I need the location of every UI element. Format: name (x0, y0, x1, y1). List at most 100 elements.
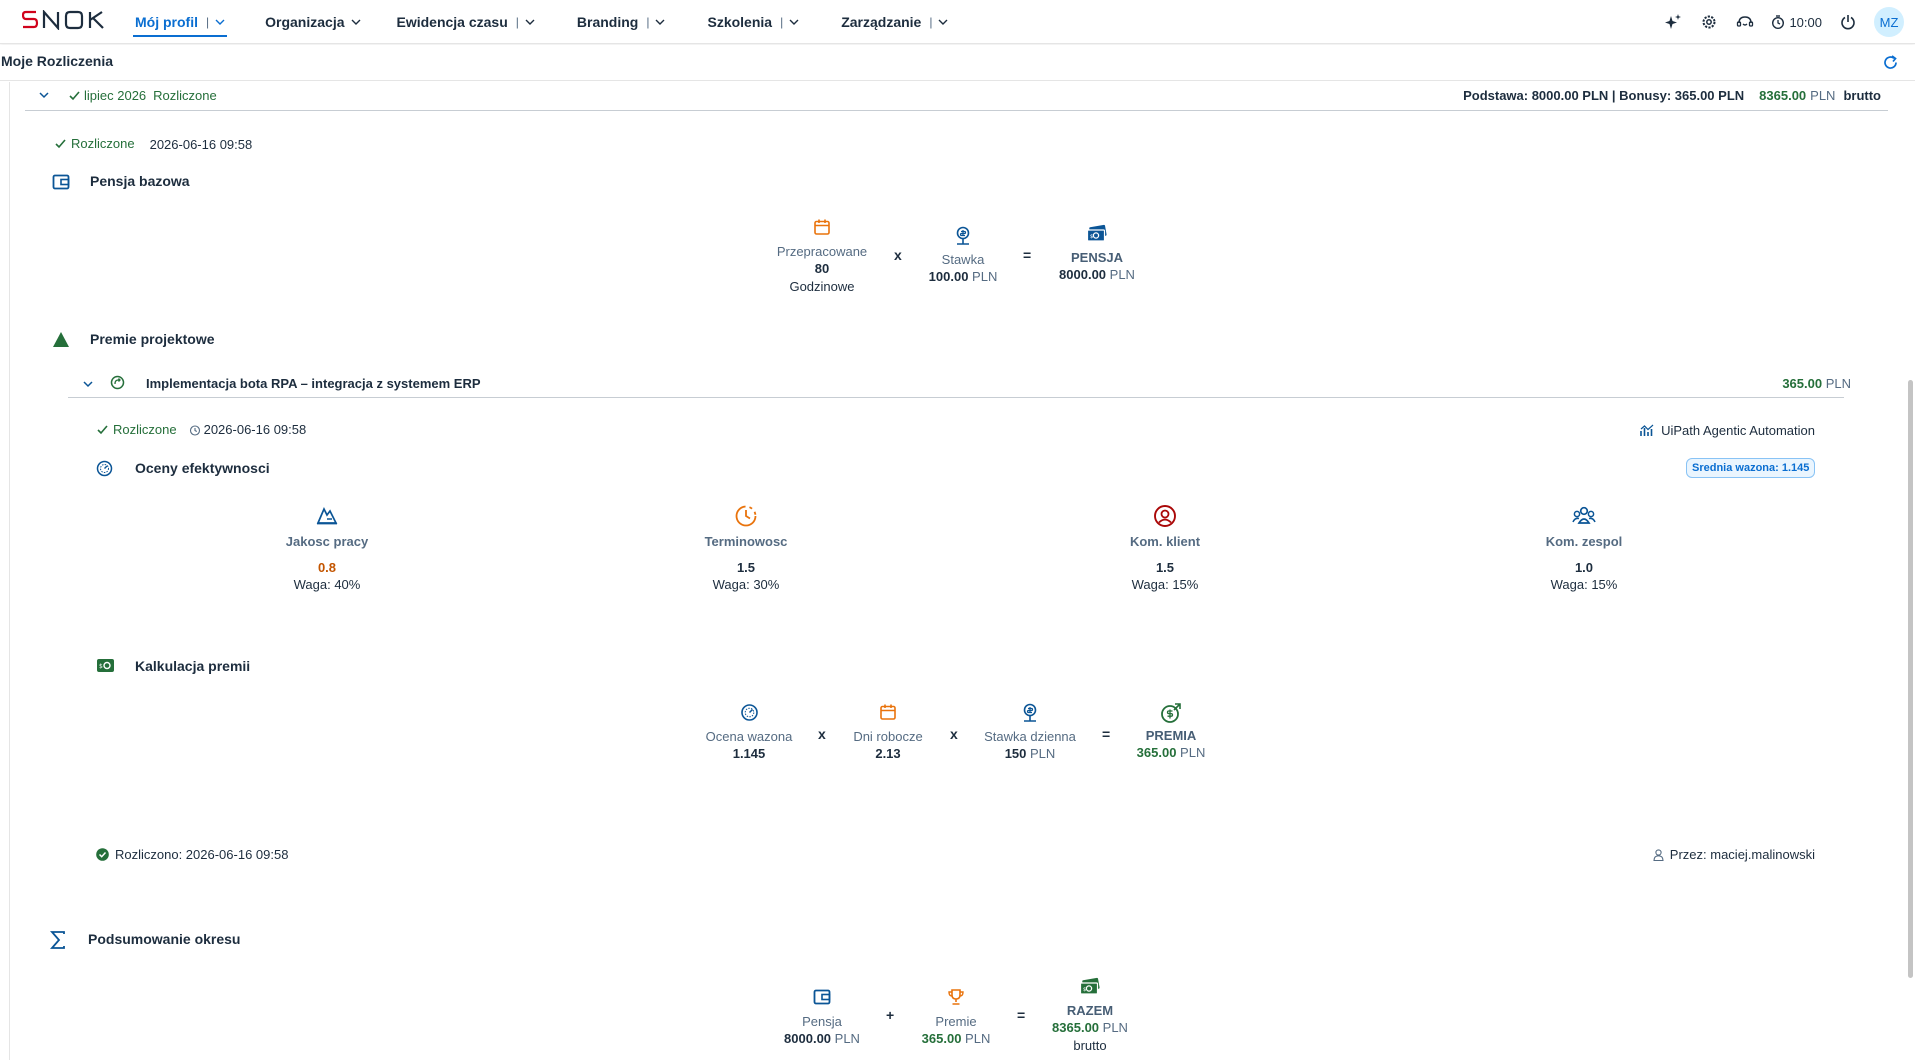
check-icon (97, 424, 108, 435)
project-name[interactable]: Implementacja bota RPA – integracja z sy… (146, 376, 481, 391)
project-status-label: Rozliczone (113, 422, 177, 437)
project-amount-value: 365.00 (1782, 376, 1823, 391)
avatar[interactable]: MZ (1874, 7, 1904, 37)
metric-label: Terminowosc (704, 534, 788, 549)
money-icon: $ (96, 657, 115, 674)
summary-salary-label: Pensja (802, 1014, 842, 1029)
project-settled-date: 2026-06-16 09:58 (203, 422, 307, 437)
flow-rate: Stawka 100.00 PLN (893, 226, 1033, 286)
settled-date: 2026-06-16 09:58 (149, 137, 253, 152)
project-icon (110, 375, 125, 390)
user-icon (1653, 848, 1664, 861)
support-icon[interactable] (1735, 12, 1755, 32)
period-collapse-toggle[interactable] (38, 89, 50, 101)
nav-zarzadzanie[interactable]: Zarządzanie | (839, 0, 950, 44)
period-currency: PLN (1810, 88, 1836, 103)
flow-daily-rate: Stawka dzienna 150 PLN (960, 703, 1100, 763)
svg-text:$: $ (1083, 987, 1086, 993)
chevron-down-icon (938, 19, 948, 25)
chevron-down-icon (39, 92, 49, 99)
metric-value: 1.0 (1574, 560, 1594, 575)
sparkle-icon[interactable] (1663, 12, 1683, 32)
metric-value: 1.5 (736, 560, 756, 575)
metric-terminowosc: Terminowosc 1.5 Waga: 30% (666, 504, 826, 594)
gauge-icon (96, 460, 113, 477)
shell-actions: 10:00 MZ (1663, 0, 1915, 44)
nav-organizacja[interactable]: Organizacja (263, 0, 362, 44)
footer-by-text: Przez: maciej.malinowski (1669, 847, 1815, 862)
period-summary-text: Podstawa: 8000.00 PLN | Bonusy: 365.00 P… (1463, 88, 1745, 103)
nav-moj-profil[interactable]: Mój profil | (133, 0, 228, 44)
base-salary-title: Pensja bazowa (90, 173, 190, 189)
gauge-icon (679, 703, 819, 725)
hours-unit: Godzinowe (789, 279, 855, 294)
money-bag-icon (1101, 702, 1241, 724)
logo[interactable] (22, 9, 114, 31)
footer-settled-text: Rozliczono: 2026-06-16 09:58 (115, 847, 289, 862)
nav-szkolenia[interactable]: Szkolenia | (705, 0, 801, 44)
days-label: Dni robocze (853, 729, 923, 744)
snok-logo-icon (22, 10, 104, 30)
session-timer[interactable]: 10:00 (1771, 15, 1822, 30)
hours-label: Przepracowane (776, 244, 868, 259)
summary-total-currency: PLN (1102, 1020, 1128, 1035)
rate-icon (960, 703, 1100, 725)
main-nav: Mój profil | Organizacja Ewidencja czasu… (133, 0, 950, 44)
salary-result-label: PENSJA (1070, 250, 1124, 265)
client-info: UiPath Agentic Automation (1640, 423, 1815, 438)
nav-label: Mój profil (135, 14, 198, 30)
nav-ewidencja-czasu[interactable]: Ewidencja czasu | (395, 0, 537, 44)
flow-summary-total: $ RAZEM 8365.00 PLN brutto (1020, 977, 1160, 1055)
analytics-icon (1640, 424, 1655, 437)
nav-label: Szkolenia (707, 14, 773, 30)
metric-jakosc-pracy: Jakosc pracy 0.8 Waga: 40% (247, 504, 407, 594)
check-icon (69, 90, 80, 101)
power-icon[interactable] (1838, 12, 1858, 32)
money-icon: $ (1027, 224, 1167, 246)
project-settled-status: Rozliczone 2026-06-16 09:58 (97, 422, 306, 437)
summary-title: Podsumowanie okresu (88, 931, 241, 947)
nav-branding[interactable]: Branding | (575, 0, 668, 44)
metric-kom-zespol: Kom. zespol 1.0 Waga: 15% (1504, 504, 1664, 594)
metric-value: 1.5 (1155, 560, 1175, 575)
chevron-down-icon (789, 19, 799, 25)
summary-total-note: brutto (1073, 1038, 1107, 1053)
nav-separator: | (646, 15, 650, 29)
project-collapse-toggle[interactable] (82, 378, 94, 390)
metric-weight: Waga: 30% (712, 577, 780, 592)
nav-label: Ewidencja czasu (396, 14, 508, 30)
refresh-icon[interactable] (1882, 54, 1899, 71)
daily-rate-label: Stawka dzienna (984, 729, 1076, 744)
rate-currency: PLN (972, 269, 998, 284)
quality-icon (247, 504, 407, 528)
metric-label: Jakosc pracy (285, 534, 369, 549)
flow-summary-salary: Pensja 8000.00 PLN (752, 988, 892, 1048)
check-circle-icon (96, 848, 109, 861)
summary-total-value: 8365.00 (1052, 1020, 1100, 1035)
rate-label: Stawka (941, 252, 985, 267)
deadline-clock-icon (666, 504, 826, 528)
flow-working-days: Dni robocze 2.13 (818, 703, 958, 763)
bonus-result-value: 365.00 (1136, 745, 1177, 760)
weighted-average-badge: Srednia wazona: 1.145 (1686, 458, 1816, 478)
period-label[interactable]: lipiec 2026 Rozliczone (69, 88, 217, 103)
rate-icon (893, 226, 1033, 248)
nav-separator: | (206, 15, 210, 29)
project-amount: 365.00 PLN (1782, 376, 1851, 391)
metric-label: Kom. klient (1129, 534, 1201, 549)
metric-weight: Waga: 40% (293, 577, 361, 592)
calendar-icon (752, 218, 892, 240)
period-divider (25, 110, 1888, 111)
metric-weight: Waga: 15% (1131, 577, 1199, 592)
metric-kom-klient: Kom. klient 1.5 Waga: 15% (1085, 504, 1245, 594)
flow-bonus-result: PREMIA 365.00 PLN (1101, 702, 1241, 762)
calendar-icon (818, 703, 958, 725)
bonus-result-label: PREMIA (1145, 728, 1197, 743)
svg-text:$: $ (1090, 234, 1093, 240)
wallet-icon (752, 988, 892, 1010)
chevron-down-icon (655, 19, 665, 25)
summary-total-label: RAZEM (1066, 1003, 1114, 1018)
scrollbar[interactable] (1908, 380, 1913, 978)
salary-result-value: 8000.00 (1059, 267, 1107, 282)
settings-icon[interactable] (1699, 12, 1719, 32)
